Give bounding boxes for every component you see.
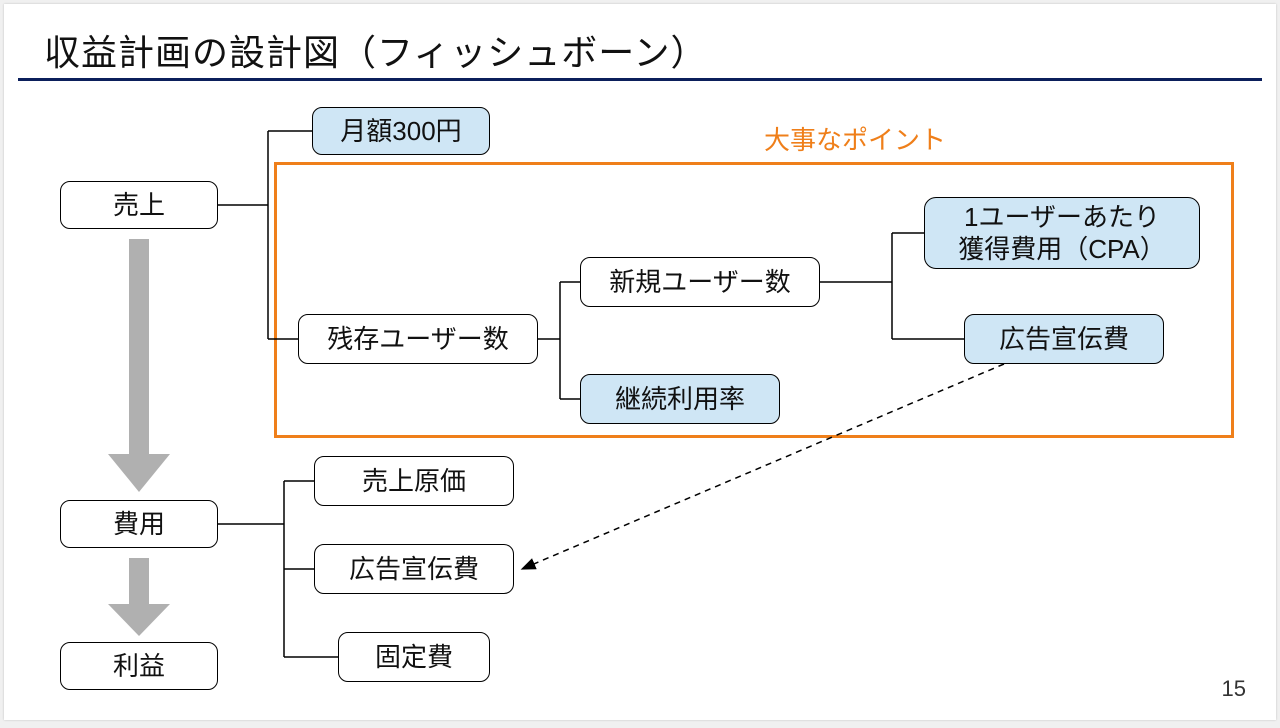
node-profit: 利益 [60, 642, 218, 690]
slide: 収益計画の設計図（フィッシュボーン） 大事なポイント 売上 費用 利益 月額30… [4, 4, 1276, 720]
node-remaining-users: 残存ユーザー数 [298, 314, 538, 364]
node-ad-cost-bottom: 広告宣伝費 [314, 544, 514, 594]
highlight-label: 大事なポイント [764, 120, 946, 157]
title-underline [18, 78, 1262, 81]
node-fixed-cost: 固定費 [338, 632, 490, 682]
node-sales: 売上 [60, 181, 218, 229]
node-new-users: 新規ユーザー数 [580, 257, 820, 307]
node-cost: 費用 [60, 500, 218, 548]
node-cogs: 売上原価 [314, 456, 514, 506]
node-ad-cost-top: 広告宣伝費 [964, 314, 1164, 364]
node-cpa: 1ユーザーあたり獲得費用（CPA） [924, 197, 1200, 269]
page-number: 15 [1222, 676, 1246, 702]
arrow-sales-to-cost [108, 239, 170, 492]
slide-title: 収益計画の設計図（フィッシュボーン） [44, 24, 707, 76]
node-monthly-price: 月額300円 [312, 107, 490, 155]
arrow-cost-to-profit [108, 558, 170, 636]
node-retention-rate: 継続利用率 [580, 374, 780, 424]
